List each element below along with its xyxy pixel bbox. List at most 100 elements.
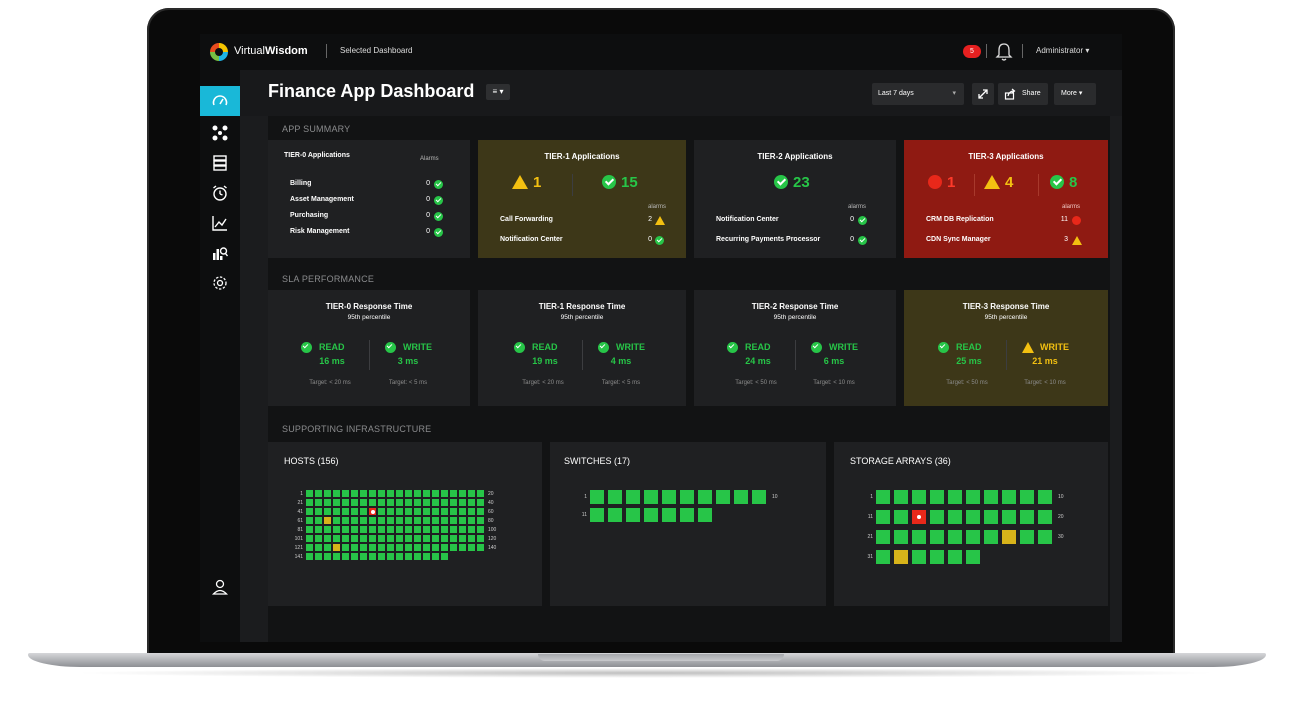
status-cell[interactable] xyxy=(378,490,385,497)
status-cell[interactable] xyxy=(590,508,604,522)
status-cell[interactable] xyxy=(876,530,890,544)
status-cell[interactable] xyxy=(441,526,448,533)
status-cell[interactable] xyxy=(324,526,331,533)
status-cell[interactable] xyxy=(450,544,457,551)
status-cell[interactable] xyxy=(342,553,349,560)
status-cell[interactable] xyxy=(477,499,484,506)
status-cell[interactable] xyxy=(432,508,439,515)
tier3-apps-card[interactable]: TIER-3 Applications 1 4 8 alarms CRM DB … xyxy=(904,140,1108,258)
status-cell[interactable] xyxy=(459,526,466,533)
status-cell[interactable] xyxy=(315,508,322,515)
status-cell[interactable] xyxy=(315,544,322,551)
status-cell[interactable] xyxy=(1038,530,1052,544)
fullscreen-button[interactable] xyxy=(972,83,994,105)
status-cell[interactable] xyxy=(333,499,340,506)
status-cell[interactable] xyxy=(644,490,658,504)
sidebar-item-settings[interactable] xyxy=(200,268,240,298)
status-cell[interactable] xyxy=(405,544,412,551)
status-cell[interactable] xyxy=(450,526,457,533)
status-cell[interactable] xyxy=(626,508,640,522)
sidebar-item-topology[interactable] xyxy=(200,118,240,148)
status-cell[interactable] xyxy=(984,510,998,524)
notification-badge[interactable]: 5 xyxy=(963,45,981,58)
status-cell[interactable] xyxy=(894,530,908,544)
status-cell[interactable] xyxy=(369,535,376,542)
status-cell[interactable] xyxy=(468,526,475,533)
status-cell[interactable] xyxy=(342,517,349,524)
status-cell[interactable] xyxy=(477,544,484,551)
status-cell[interactable] xyxy=(342,508,349,515)
status-cell[interactable] xyxy=(966,530,980,544)
status-cell[interactable] xyxy=(360,499,367,506)
user-menu[interactable]: Administrator ▾ xyxy=(1036,46,1089,55)
status-cell[interactable] xyxy=(441,553,448,560)
status-cell[interactable] xyxy=(477,517,484,524)
tier1-apps-card[interactable]: TIER-1 Applications 1 15 alarms Call For… xyxy=(478,140,686,258)
status-cell[interactable] xyxy=(432,499,439,506)
status-cell[interactable] xyxy=(468,499,475,506)
status-cell[interactable] xyxy=(948,510,962,524)
status-cell[interactable] xyxy=(698,490,712,504)
status-cell[interactable] xyxy=(378,517,385,524)
status-cell[interactable] xyxy=(378,526,385,533)
status-cell[interactable] xyxy=(1038,490,1052,504)
sidebar-item-user[interactable] xyxy=(200,572,240,602)
status-cell[interactable] xyxy=(351,517,358,524)
status-cell[interactable] xyxy=(894,490,908,504)
status-cell[interactable] xyxy=(378,499,385,506)
status-cell[interactable] xyxy=(306,508,313,515)
status-cell[interactable] xyxy=(396,499,403,506)
status-cell[interactable] xyxy=(930,510,944,524)
status-cell[interactable] xyxy=(966,510,980,524)
time-range-select[interactable]: Last 7 days ▾ xyxy=(872,83,964,105)
status-cell[interactable] xyxy=(387,490,394,497)
status-cell[interactable] xyxy=(333,508,340,515)
status-cell[interactable] xyxy=(351,553,358,560)
status-cell[interactable] xyxy=(369,499,376,506)
status-cell[interactable] xyxy=(894,550,908,564)
status-cell[interactable] xyxy=(315,499,322,506)
status-cell[interactable] xyxy=(948,550,962,564)
status-cell[interactable] xyxy=(477,526,484,533)
status-cell[interactable] xyxy=(387,499,394,506)
status-cell[interactable] xyxy=(396,526,403,533)
status-cell[interactable] xyxy=(984,530,998,544)
status-cell[interactable] xyxy=(662,508,676,522)
status-cell[interactable] xyxy=(423,499,430,506)
status-cell[interactable] xyxy=(459,508,466,515)
status-cell[interactable] xyxy=(1038,510,1052,524)
status-cell[interactable] xyxy=(315,526,322,533)
status-cell[interactable] xyxy=(423,490,430,497)
status-cell[interactable] xyxy=(369,517,376,524)
status-cell[interactable] xyxy=(468,535,475,542)
status-cell[interactable] xyxy=(306,526,313,533)
status-cell[interactable] xyxy=(752,490,766,504)
hosts-card[interactable]: HOSTS (156) 1 20 21 40 41 60 61 80 81 100 101 120 12… xyxy=(268,442,542,606)
status-cell[interactable] xyxy=(360,490,367,497)
status-cell[interactable] xyxy=(360,553,367,560)
status-cell[interactable] xyxy=(680,508,694,522)
status-cell[interactable] xyxy=(441,499,448,506)
status-cell[interactable] xyxy=(477,535,484,542)
status-cell[interactable] xyxy=(396,517,403,524)
status-cell[interactable] xyxy=(423,544,430,551)
status-cell[interactable] xyxy=(450,499,457,506)
status-cell[interactable] xyxy=(459,490,466,497)
status-cell[interactable] xyxy=(315,517,322,524)
status-cell[interactable] xyxy=(423,517,430,524)
status-cell[interactable] xyxy=(405,526,412,533)
status-cell[interactable] xyxy=(333,535,340,542)
status-cell[interactable] xyxy=(324,508,331,515)
status-cell[interactable] xyxy=(876,490,890,504)
status-cell[interactable] xyxy=(387,544,394,551)
status-cell[interactable] xyxy=(423,526,430,533)
status-cell[interactable] xyxy=(1020,490,1034,504)
status-cell[interactable] xyxy=(369,526,376,533)
status-cell[interactable] xyxy=(333,517,340,524)
status-cell[interactable] xyxy=(351,544,358,551)
status-cell[interactable] xyxy=(680,490,694,504)
status-cell[interactable] xyxy=(324,517,331,524)
status-cell[interactable] xyxy=(608,508,622,522)
status-cell[interactable] xyxy=(369,544,376,551)
status-cell[interactable] xyxy=(342,544,349,551)
